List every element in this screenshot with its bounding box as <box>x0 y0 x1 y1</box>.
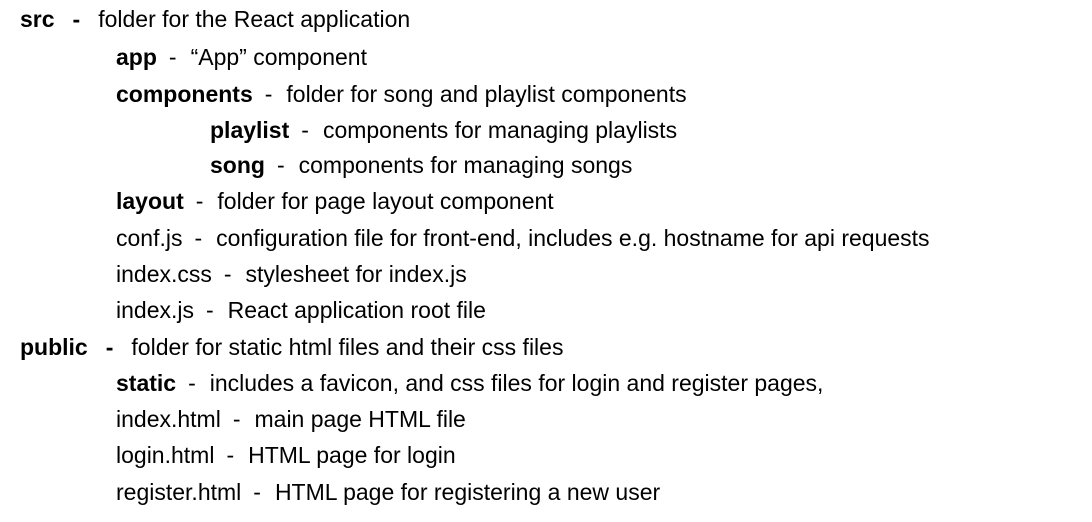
list-item-song: song - components for managing songs <box>210 151 632 179</box>
list-item-index-js: index.js - React application root file <box>116 296 486 324</box>
item-separator: - <box>223 261 232 287</box>
item-description: folder for static html files and their c… <box>131 334 564 360</box>
item-separator: - <box>72 6 81 32</box>
item-name: public <box>20 334 88 360</box>
item-separator: - <box>194 225 203 251</box>
item-name: static <box>116 370 177 396</box>
item-description: “App” component <box>190 44 367 70</box>
item-separator: - <box>168 44 177 70</box>
item-separator: - <box>226 442 235 468</box>
list-item-index-html: index.html - main page HTML file <box>116 405 466 433</box>
item-name: src <box>20 6 55 32</box>
list-item-components: components - folder for song and playlist … <box>116 80 687 108</box>
item-description: HTML page for registering a new user <box>274 479 661 505</box>
item-name: components <box>116 81 253 107</box>
item-name: playlist <box>210 117 290 143</box>
item-separator: - <box>253 479 261 505</box>
item-separator: - <box>205 297 214 323</box>
item-description: includes a favicon, and css files for lo… <box>209 370 824 396</box>
item-separator: - <box>195 188 204 214</box>
item-description: folder for song and playlist components <box>286 81 687 107</box>
item-description: folder for the React application <box>98 6 411 32</box>
item-separator: - <box>264 81 273 107</box>
item-description: HTML page for login <box>248 442 456 468</box>
item-description: configuration file for front-end, includ… <box>216 225 930 251</box>
item-separator: - <box>188 370 196 396</box>
item-name: register.html <box>116 479 242 505</box>
item-description: components for managing songs <box>298 152 633 178</box>
item-name: login.html <box>116 442 215 468</box>
item-description: components for managing playlists <box>322 117 678 143</box>
item-separator: - <box>301 117 309 143</box>
list-item-login-html: login.html - HTML page for login <box>116 441 456 469</box>
list-item-static: static - includes a favicon, and css files… <box>116 369 823 397</box>
item-description: folder for page layout component <box>217 188 554 214</box>
item-separator: - <box>276 152 285 178</box>
list-item-public: public - folder for static html files and … <box>20 333 563 361</box>
item-name: index.html <box>116 406 221 432</box>
item-name: layout <box>116 188 184 214</box>
item-name: conf.js <box>116 225 183 251</box>
item-name: index.js <box>116 297 194 323</box>
list-item-playlist: playlist - components for managing playlis… <box>210 116 677 144</box>
item-separator: - <box>232 406 241 432</box>
list-item-register-html: register.html - HTML page for registering … <box>116 478 660 506</box>
item-name: app <box>116 44 157 70</box>
item-name: index.css <box>116 261 212 287</box>
list-item-index-css: index.css - stylesheet for index.js <box>116 260 467 288</box>
list-item-src: src - folder for the React application <box>20 5 410 33</box>
item-separator: - <box>105 334 114 360</box>
list-item-app: app - “App” component <box>116 43 367 71</box>
item-description: main page HTML file <box>254 406 466 432</box>
list-item-layout: layout - folder for page layout component <box>116 187 554 215</box>
folder-structure-list: src - folder for the React application app… <box>0 0 1092 522</box>
item-description: stylesheet for index.js <box>245 261 467 287</box>
item-name: song <box>210 152 265 178</box>
list-item-conf-js: conf.js - configuration file for front-end… <box>116 224 930 252</box>
item-description: React application root file <box>227 297 486 323</box>
